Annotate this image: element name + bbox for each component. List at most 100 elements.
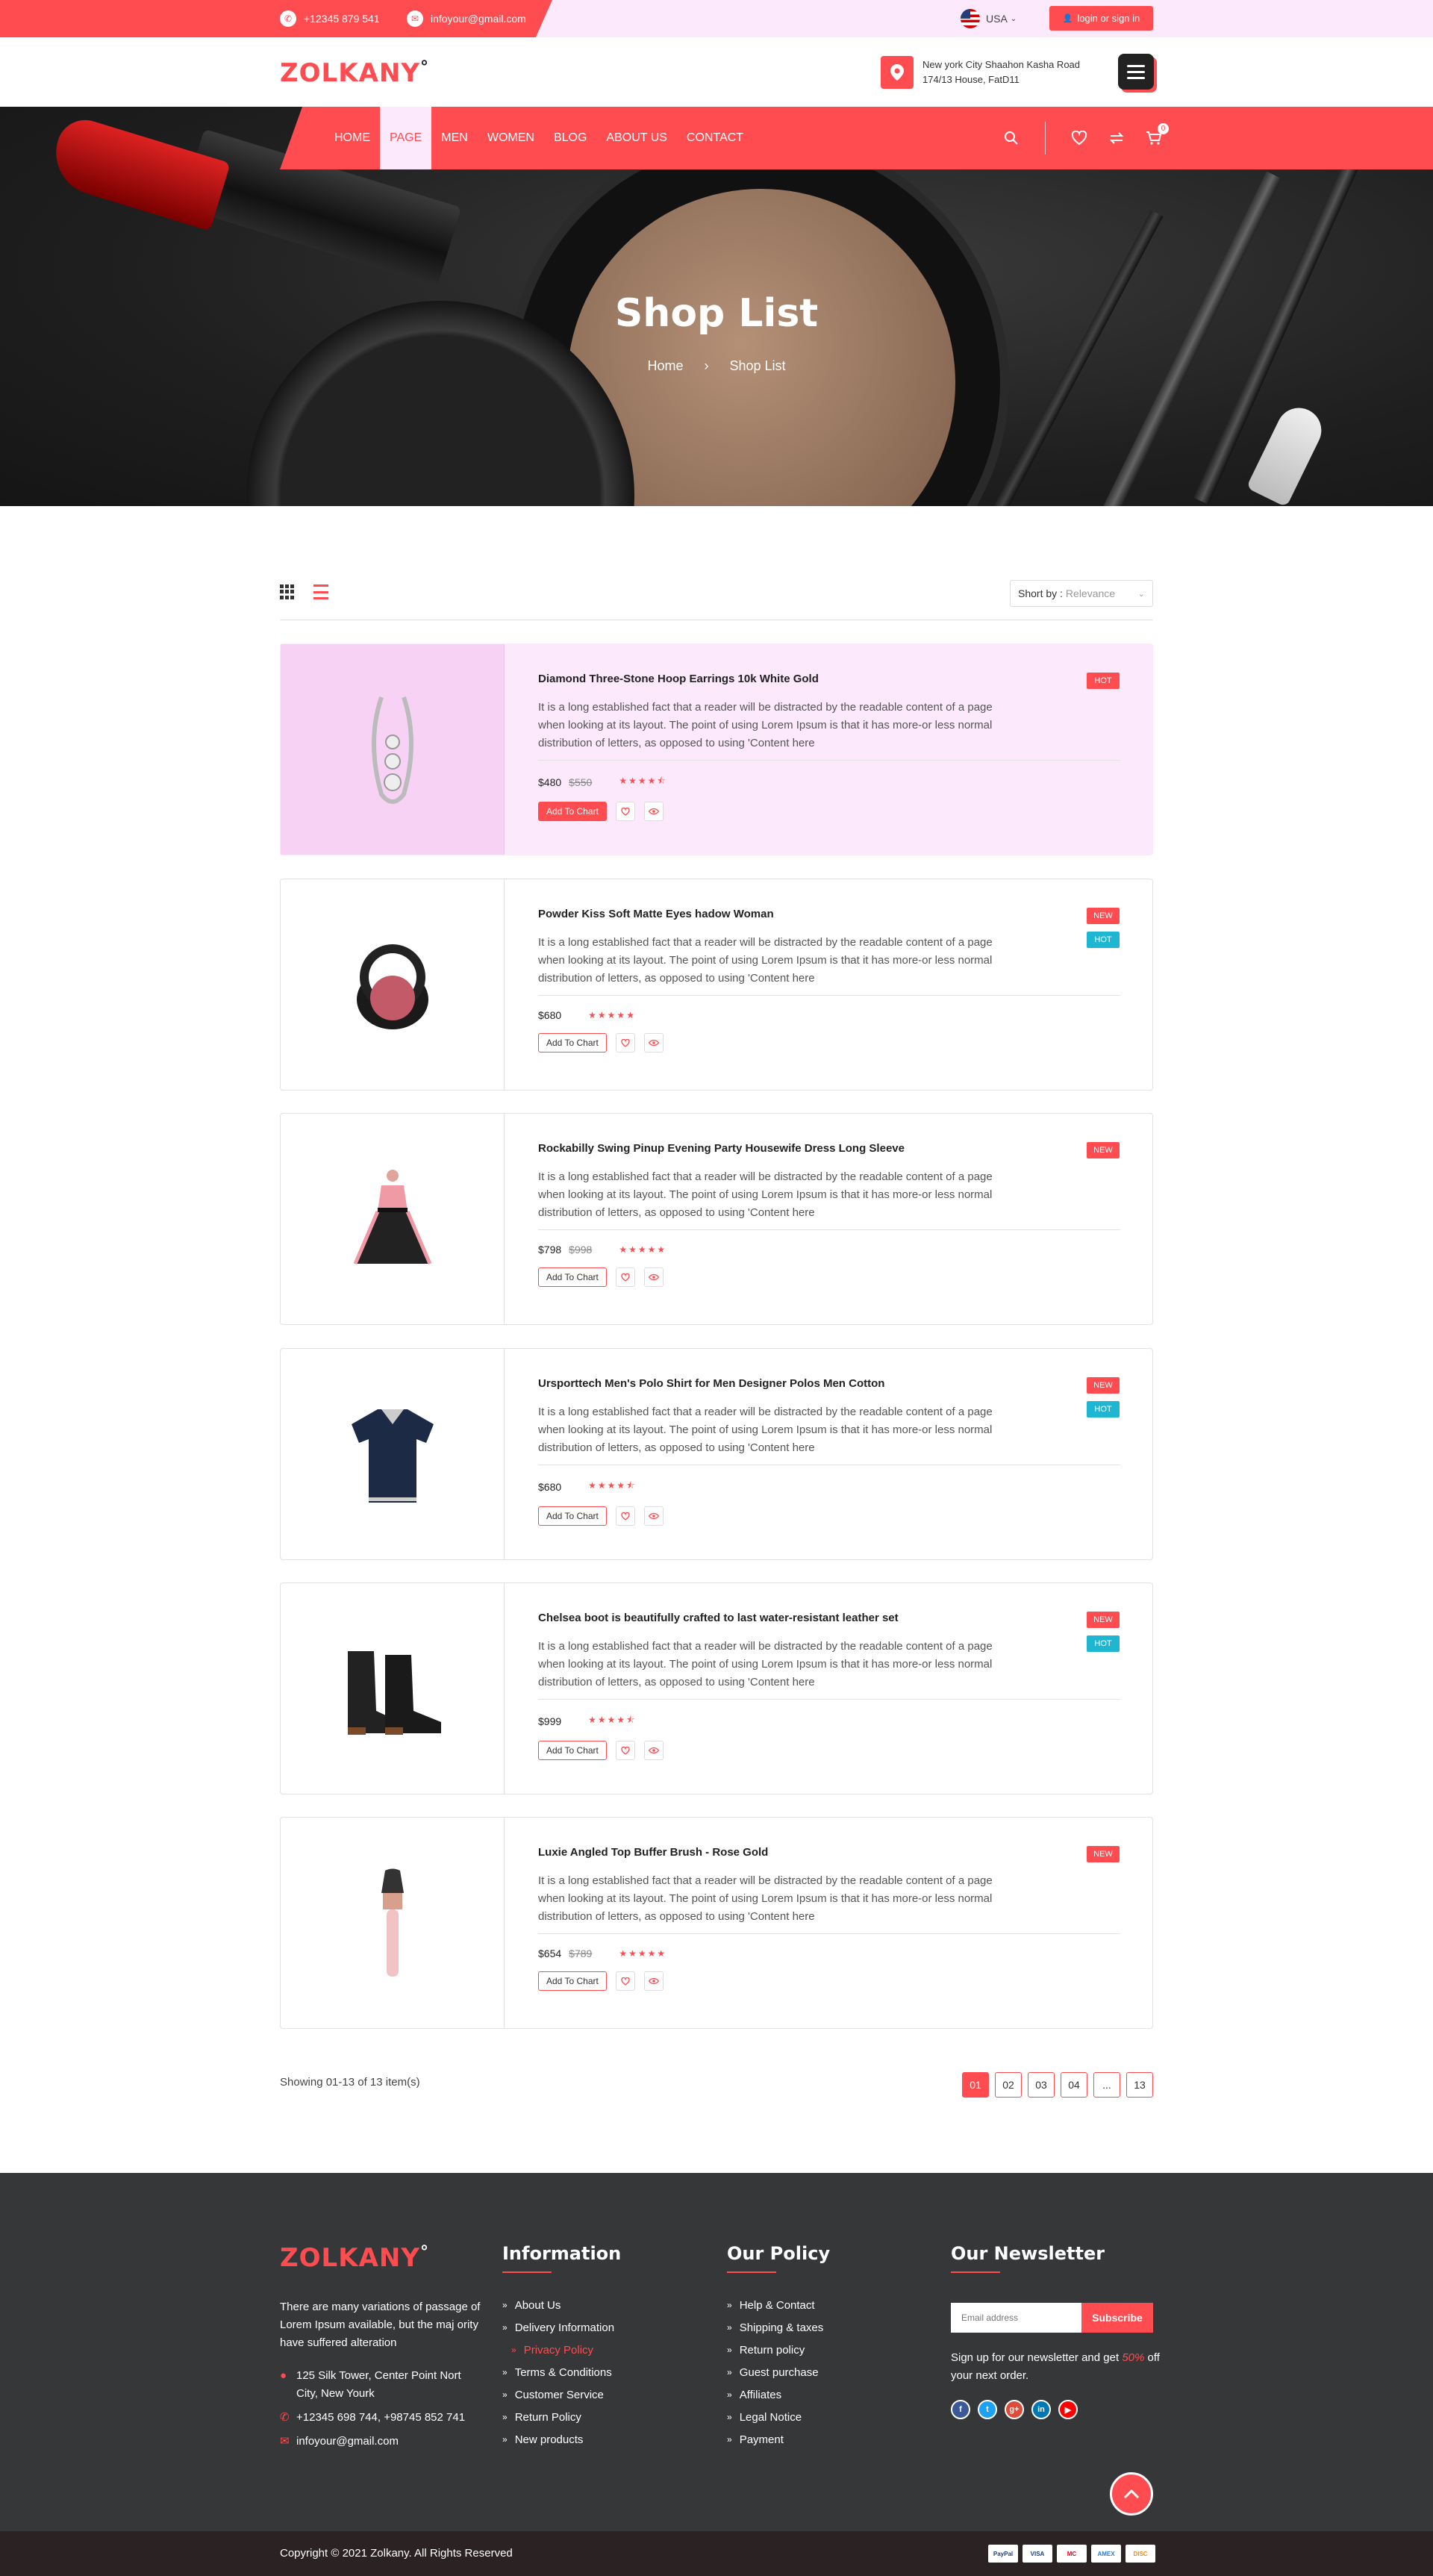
page-3[interactable]: 03	[1028, 2072, 1055, 2098]
footer-link[interactable]: » Return Policy	[502, 2406, 621, 2428]
rating-stars: ★★★★★	[588, 1010, 636, 1020]
product-title[interactable]: Powder Kiss Soft Matte Eyes hadow Woman	[538, 908, 1120, 920]
login-button[interactable]: 👤 login or sign in	[1049, 6, 1153, 31]
footer-link[interactable]: » Payment	[727, 2428, 830, 2451]
nav-men[interactable]: MEN	[431, 107, 478, 169]
quick-view-eye-icon[interactable]	[643, 1971, 664, 1991]
product-title[interactable]: Chelsea boot is beautifully crafted to l…	[538, 1612, 1120, 1624]
nav-women[interactable]: WOMEN	[478, 107, 544, 169]
grid-view-icon[interactable]	[280, 584, 295, 599]
breadcrumb-home[interactable]: Home	[647, 358, 683, 373]
product-image[interactable]	[281, 879, 505, 1090]
wishlist-heart-icon[interactable]	[615, 1741, 635, 1760]
product-image[interactable]	[281, 1349, 505, 1559]
product-image[interactable]	[281, 1818, 505, 2028]
footer-link[interactable]: » Guest purchase	[727, 2361, 830, 2383]
page-ellipsis[interactable]: ...	[1093, 2072, 1120, 2098]
footer-link[interactable]: » Shipping & taxes	[727, 2316, 830, 2339]
add-to-cart-button[interactable]: Add To Chart	[538, 1506, 607, 1526]
page-1[interactable]: 01	[962, 2072, 989, 2098]
product-title[interactable]: Luxie Angled Top Buffer Brush - Rose Gol…	[538, 1846, 1120, 1859]
product-card[interactable]: Ursporttech Men's Polo Shirt for Men Des…	[280, 1348, 1153, 1560]
social-icon[interactable]: in	[1031, 2400, 1051, 2419]
product-card[interactable]: Powder Kiss Soft Matte Eyes hadow Woman …	[280, 879, 1153, 1091]
hamburger-menu-button[interactable]	[1118, 54, 1154, 90]
product-card[interactable]: Rockabilly Swing Pinup Evening Party Hou…	[280, 1113, 1153, 1325]
footer-link[interactable]: » Return policy	[727, 2339, 830, 2361]
footer-phone-text: +12345 698 744, +98745 852 741	[296, 2411, 466, 2424]
page-4[interactable]: 04	[1061, 2072, 1087, 2098]
payment-card-icon: DISC	[1126, 2545, 1155, 2563]
page-2[interactable]: 02	[995, 2072, 1022, 2098]
social-icon[interactable]: t	[978, 2400, 997, 2419]
nav-about-us[interactable]: ABOUT US	[596, 107, 677, 169]
newsletter-email-input[interactable]	[951, 2303, 1081, 2333]
nav-contact[interactable]: CONTACT	[677, 107, 753, 169]
add-to-cart-button[interactable]: Add To Chart	[538, 802, 607, 821]
list-view-icon[interactable]	[313, 584, 328, 599]
search-icon[interactable]	[1002, 129, 1020, 147]
quick-view-eye-icon[interactable]	[643, 802, 664, 821]
wishlist-heart-icon[interactable]	[615, 802, 635, 821]
heart-icon[interactable]	[1070, 129, 1088, 147]
quick-view-eye-icon[interactable]	[643, 1267, 664, 1287]
product-title[interactable]: Ursporttech Men's Polo Shirt for Men Des…	[538, 1377, 1120, 1390]
product-card[interactable]: Luxie Angled Top Buffer Brush - Rose Gol…	[280, 1817, 1153, 2029]
nav-home[interactable]: HOME	[325, 107, 380, 169]
footer-link[interactable]: » Help & Contact	[727, 2294, 830, 2316]
topbar-email[interactable]: ✉ infoyour@gmail.com	[407, 10, 526, 28]
sort-select[interactable]: Short by : Relevance ⌄	[1010, 580, 1153, 607]
quick-view-eye-icon[interactable]	[643, 1033, 664, 1052]
social-icon[interactable]: ▶	[1058, 2400, 1078, 2419]
double-chevron-icon: »	[502, 2389, 508, 2400]
map-pin-icon: ●	[280, 2369, 287, 2382]
add-to-cart-button[interactable]: Add To Chart	[538, 1033, 607, 1052]
product-title[interactable]: Rockabilly Swing Pinup Evening Party Hou…	[538, 1142, 1120, 1155]
footer-link-label: Payment	[739, 2433, 784, 2446]
footer-phone[interactable]: ✆ +12345 698 744, +98745 852 741	[280, 2409, 483, 2427]
country-selector[interactable]: USA ⌄	[961, 9, 1017, 28]
footer-link[interactable]: » Terms & Conditions	[502, 2361, 621, 2383]
topbar-phone[interactable]: ✆ +12345 879 541	[280, 10, 380, 28]
wishlist-heart-icon[interactable]	[615, 1971, 635, 1991]
rating-stars: ★★★★⯪	[588, 1480, 637, 1491]
nav-blog[interactable]: BLOG	[544, 107, 596, 169]
nav-page[interactable]: PAGE	[380, 107, 432, 169]
wishlist-heart-icon[interactable]	[615, 1267, 635, 1287]
footer-email[interactable]: ✉ infoyour@gmail.com	[280, 2433, 483, 2451]
social-icon[interactable]: f	[951, 2400, 970, 2419]
product-card[interactable]: Diamond Three-Stone Hoop Earrings 10k Wh…	[280, 643, 1153, 855]
subscribe-button[interactable]: Subscribe	[1081, 2303, 1153, 2333]
compare-icon[interactable]	[1108, 129, 1126, 147]
wishlist-heart-icon[interactable]	[615, 1033, 635, 1052]
footer-link[interactable]: » New products	[502, 2428, 621, 2451]
cart-icon[interactable]: 0	[1145, 123, 1169, 147]
product-card[interactable]: Chelsea boot is beautifully crafted to l…	[280, 1582, 1153, 1794]
product-image[interactable]	[281, 1583, 505, 1794]
footer-link[interactable]: » About Us	[502, 2294, 621, 2316]
add-to-cart-button[interactable]: Add To Chart	[538, 1971, 607, 1991]
quick-view-eye-icon[interactable]	[643, 1506, 664, 1526]
footer-link[interactable]: » Privacy Policy	[511, 2339, 621, 2361]
badge-new: NEW	[1087, 1142, 1120, 1158]
page-last[interactable]: 13	[1126, 2072, 1153, 2098]
product-image[interactable]	[281, 1114, 505, 1324]
logo[interactable]: ZOLKANY°	[280, 58, 429, 88]
product-image[interactable]	[281, 644, 505, 855]
footer-link[interactable]: » Affiliates	[727, 2383, 830, 2406]
quick-view-eye-icon[interactable]	[643, 1741, 664, 1760]
wishlist-heart-icon[interactable]	[615, 1506, 635, 1526]
product-title[interactable]: Diamond Three-Stone Hoop Earrings 10k Wh…	[538, 673, 1120, 685]
add-to-cart-button[interactable]: Add To Chart	[538, 1267, 607, 1287]
footer-link[interactable]: » Delivery Information	[502, 2316, 621, 2339]
add-to-cart-button[interactable]: Add To Chart	[538, 1741, 607, 1760]
footer-link[interactable]: » Legal Notice	[727, 2406, 830, 2428]
footer-link[interactable]: » Customer Service	[502, 2383, 621, 2406]
social-icon[interactable]: g+	[1005, 2400, 1024, 2419]
product-description: It is a long established fact that a rea…	[538, 1170, 993, 1219]
nav-icons: 0	[993, 107, 1173, 169]
footer-logo[interactable]: ZOLKANY°	[280, 2243, 483, 2273]
back-to-top-button[interactable]	[1110, 2472, 1153, 2516]
rating-stars: ★★★★★	[619, 1948, 667, 1959]
product-badges: NEW HOT	[1087, 908, 1120, 948]
